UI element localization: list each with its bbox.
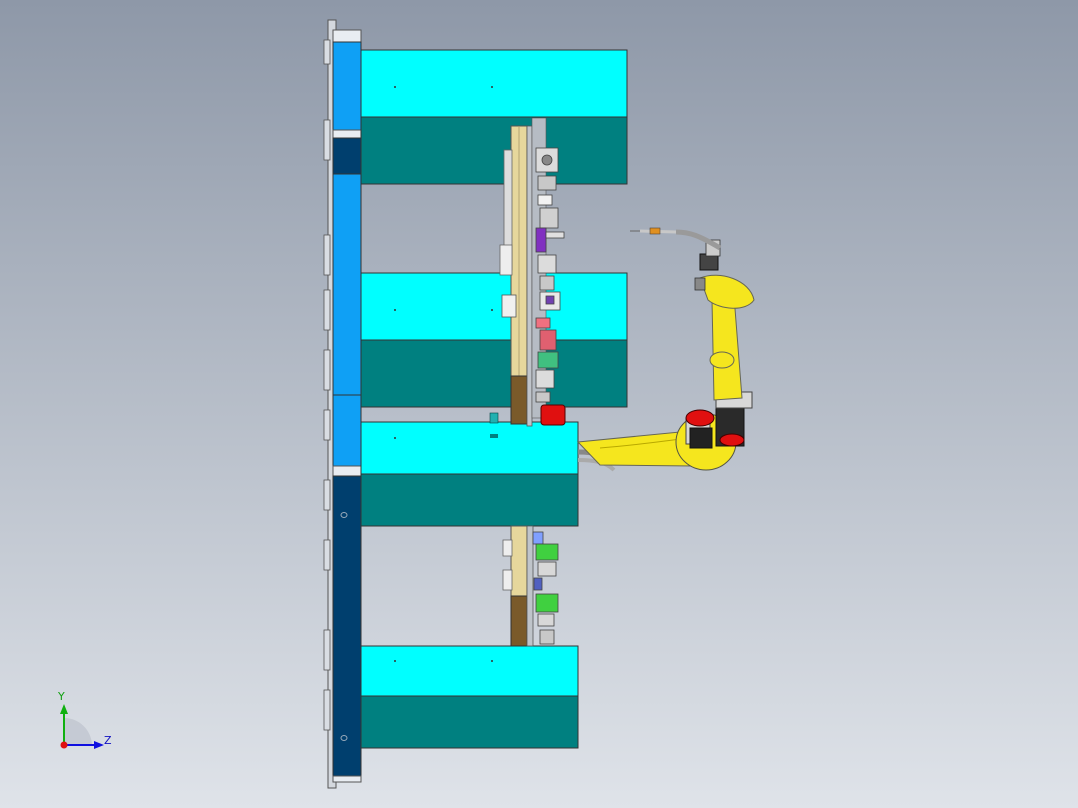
base-column-joint-2: [332, 465, 362, 477]
base-column-dark-2: [332, 475, 362, 777]
cad-viewport[interactable]: Y Z: [0, 0, 1078, 808]
base-column-light-1: [332, 41, 362, 131]
block-3: [360, 421, 579, 527]
red-clamp: [540, 404, 566, 426]
small-teal-marker: [489, 412, 499, 424]
block-2: [360, 272, 628, 408]
base-column-dark-1: [332, 137, 362, 175]
block-4: [360, 645, 579, 749]
base-column-light-2: [332, 173, 362, 471]
triad-y-label: Y: [57, 690, 65, 703]
triad-origin-icon: [60, 741, 68, 749]
block-1: [360, 49, 628, 185]
base-frame: [323, 19, 362, 789]
base-column-top: [332, 29, 362, 43]
base-column-joint-1: [332, 129, 362, 139]
triad-z-label: Z: [104, 734, 112, 747]
base-column-bottom: [332, 775, 362, 783]
